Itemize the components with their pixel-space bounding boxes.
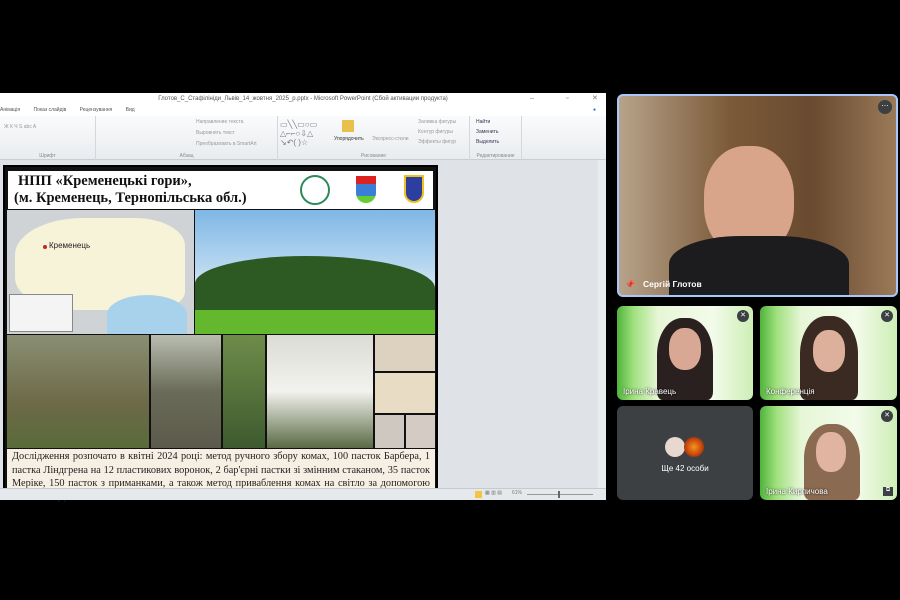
title-bar: Глотов_С_Стафілініди_Львів_14_жовтня_202…: [0, 93, 606, 105]
forest-hill: [195, 256, 435, 316]
park-logo-icon: [300, 175, 330, 205]
text-direction-button[interactable]: Направление текста: [196, 119, 243, 125]
vertical-scrollbar[interactable]: [598, 160, 606, 488]
traps-photo: [223, 335, 265, 448]
speaker-name: Сергій Глотов: [643, 279, 702, 289]
participant-name: Ірина Кравець: [623, 387, 677, 396]
main-speaker-video[interactable]: 📌 Сергій Глотов ⋯: [617, 94, 898, 297]
align-text-button[interactable]: Выровнять текст: [196, 130, 235, 136]
slide: НПП «Кременецькі гори», (м. Кременець, Т…: [3, 165, 438, 503]
location-marker-icon: [43, 245, 47, 249]
replace-button[interactable]: Заменить: [476, 129, 498, 135]
hill-photo: [195, 210, 435, 334]
font-controls[interactable]: Ж К Ч S abc A: [4, 124, 36, 130]
paragraph-group-label: Абзац: [179, 153, 194, 159]
tab-animation[interactable]: Анімація: [0, 107, 20, 113]
ternopil-coat-of-arms-icon: [404, 175, 424, 203]
arrange-button[interactable]: Упорядочить: [334, 136, 364, 142]
participant-avatar: [665, 437, 685, 457]
participant-face: [816, 432, 846, 472]
zoom-slider-thumb[interactable]: [558, 491, 560, 498]
map-label: Кременець: [49, 241, 91, 250]
moth-photo: [375, 335, 435, 371]
view-buttons[interactable]: ▦ ▥ ▤: [485, 490, 502, 496]
muted-mic-icon: ✕: [881, 410, 893, 422]
maximize-button[interactable]: ▫: [566, 93, 568, 105]
shapes-gallery[interactable]: ▭╲╲▭○▭ △⌐⌐○⇩△ ↘↶( )☆: [280, 120, 317, 147]
participant-tile[interactable]: ✕ Конференція: [760, 306, 897, 400]
more-options-icon[interactable]: ⋯: [878, 100, 892, 114]
insect-photo-2: [406, 415, 435, 448]
close-button[interactable]: ✕: [592, 93, 598, 105]
ribbon: Ж К Ч S abc A Шрифт Направление текста В…: [0, 116, 606, 160]
participant-name: Конференція: [766, 387, 815, 396]
drawing-group: ▭╲╲▭○▭ △⌐⌐○⇩△ ↘↶( )☆ Упорядочить Экспресс-…: [278, 116, 470, 160]
kremenets-coat-of-arms-icon: [356, 176, 376, 203]
powerpoint-window: Глотов_С_Стафілініди_Львів_14_жовтня_202…: [0, 93, 606, 503]
zoom-slider[interactable]: [527, 494, 593, 495]
slide-header: НПП «Кременецькі гори», (м. Кременець, Т…: [8, 171, 433, 209]
participant-tile[interactable]: ✕ Ірина Кравець: [617, 306, 753, 400]
slide-title-line1: НПП «Кременецькі гори»,: [18, 173, 192, 189]
tab-slideshow[interactable]: Показ слайдів: [34, 107, 67, 113]
arrange-icon: [342, 120, 354, 132]
ribbon-tabs: Анімація Показ слайдів Рецензування Вид …: [0, 105, 606, 116]
muted-mic-icon: ✕: [881, 310, 893, 322]
paragraph-group: Направление текста Выровнять текст Преоб…: [96, 116, 278, 160]
field-work-photo-2: [151, 335, 221, 448]
light-trap-photo: [267, 335, 373, 448]
participant-face: [813, 330, 845, 372]
shape-fill-button[interactable]: Заливка фигуры: [418, 119, 456, 125]
editing-group-label: Редактирование: [476, 153, 515, 159]
shape-outline-button[interactable]: Контур фигуры: [418, 129, 453, 135]
select-button[interactable]: Выделить: [476, 139, 499, 145]
butterflies-photo: [375, 373, 435, 413]
slide-title-line2: (м. Кременець, Тернопільська обл.): [14, 190, 247, 206]
more-participants-label: Ще 42 особи: [661, 464, 709, 473]
help-icon[interactable]: ●: [593, 105, 596, 116]
font-group: Ж К Ч S abc A Шрифт: [0, 116, 96, 160]
field-work-photo-1: [7, 335, 149, 448]
font-group-label: Шрифт: [39, 153, 56, 159]
zoom-level[interactable]: 61%: [512, 490, 522, 496]
ukraine-map: Кременець: [7, 210, 194, 334]
normal-view-button[interactable]: [475, 491, 482, 498]
quick-styles-button[interactable]: Экспресс-стили: [372, 136, 409, 142]
pip-icon[interactable]: ⧉: [883, 487, 893, 496]
inset-map: [9, 294, 73, 332]
muted-mic-icon: ✕: [737, 310, 749, 322]
tab-review[interactable]: Рецензування: [80, 107, 113, 113]
smartart-button[interactable]: Преобразовать в SmartArt: [196, 141, 257, 147]
participant-name: Ірина Кирпичова: [766, 487, 828, 496]
participant-avatar: [684, 437, 704, 457]
shape-effects-button[interactable]: Эффекты фигур: [418, 139, 456, 145]
more-participants-tile[interactable]: Ще 42 особи: [617, 406, 753, 500]
insect-photo-1: [375, 415, 404, 448]
slide-description: Дослідження розпочато в квітні 2024 році…: [7, 449, 435, 503]
participant-face: [669, 328, 701, 370]
find-button[interactable]: Найти: [476, 119, 490, 125]
minimize-button[interactable]: –: [530, 93, 534, 105]
pin-icon[interactable]: 📌: [625, 280, 635, 289]
drawing-group-label: Рисование: [360, 153, 387, 159]
meadow: [195, 310, 435, 334]
tab-view[interactable]: Вид: [126, 107, 135, 113]
participant-tile[interactable]: ✕ Ірина Кирпичова ⧉: [760, 406, 897, 500]
status-bar: ▦ ▥ ▤ 61%: [0, 488, 606, 500]
window-title: Глотов_С_Стафілініди_Львів_14_жовтня_202…: [158, 96, 448, 102]
editing-group: Найти Заменить Выделить Редактирование: [470, 116, 522, 160]
black-sea: [107, 295, 187, 334]
